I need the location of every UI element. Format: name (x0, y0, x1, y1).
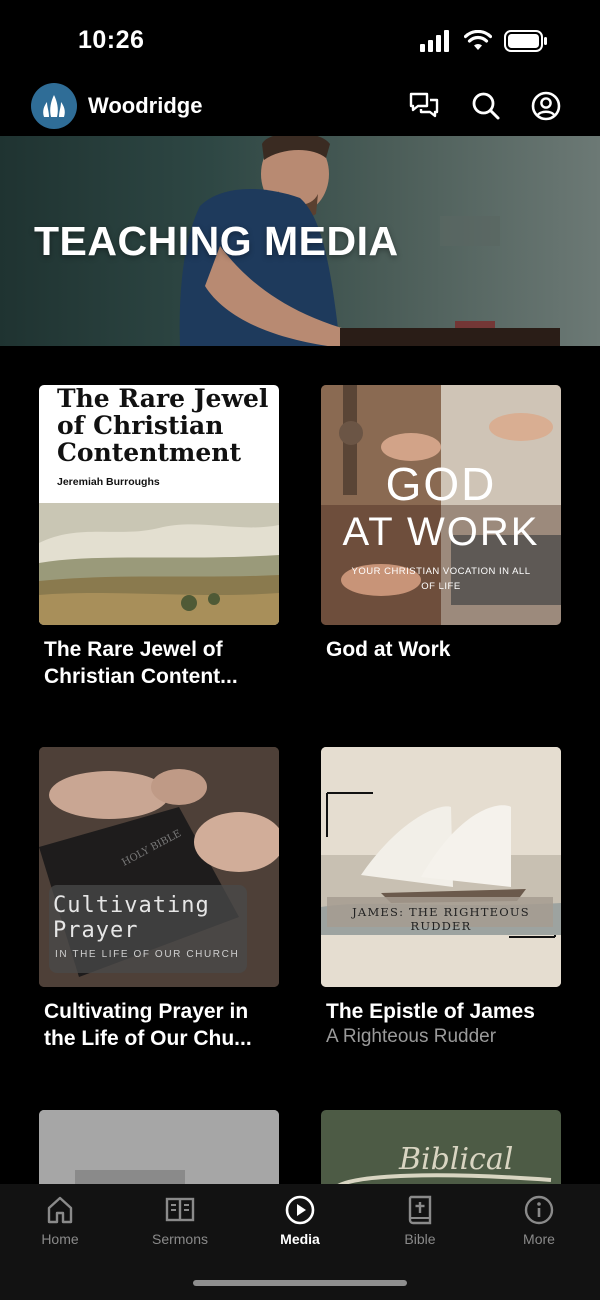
sailing-ship-image (321, 747, 561, 987)
media-artwork-detail (337, 1173, 552, 1184)
media-thumbnail[interactable]: JAMES: THE RIGHTEOUS RUDDER (321, 747, 561, 987)
media-artwork-image (39, 1110, 279, 1184)
media-grid: The Rare Jewel of Christian Contentment … (0, 346, 600, 1184)
landscape-painting-image (39, 503, 279, 625)
media-thumbnail[interactable] (39, 1110, 279, 1184)
profile-button[interactable] (531, 91, 561, 121)
home-icon (47, 1196, 73, 1224)
media-title[interactable]: The Epistle of James (326, 998, 558, 1025)
page-title: TEACHING MEDIA (34, 218, 399, 264)
app-header: Woodridge (0, 82, 600, 136)
hero-banner: TEACHING MEDIA (0, 136, 600, 346)
thumbnail-banner-text: JAMES: THE RIGHTEOUS RUDDER (352, 905, 530, 933)
chat-button[interactable] (409, 91, 439, 121)
tab-bible[interactable]: Bible (370, 1194, 470, 1254)
thumbnail-title: The Rare Jewel of Christian Contentment (57, 385, 269, 467)
user-profile-icon (531, 91, 561, 121)
thumbnail-tagline: YOUR CHRISTIAN VOCATION IN ALL OF LIFE (351, 566, 531, 592)
tab-label: Home (41, 1231, 79, 1247)
tab-home[interactable]: Home (10, 1194, 110, 1254)
status-bar: 10:26 (0, 0, 600, 82)
thumbnail-title: Cultivating Prayer (53, 893, 210, 943)
thumbnail-tagline: IN THE LIFE OF OUR CHURCH (55, 949, 240, 960)
church-logo[interactable] (31, 83, 77, 129)
play-circle-icon (285, 1195, 315, 1225)
tab-media[interactable]: Media (250, 1194, 350, 1254)
battery-icon (504, 30, 547, 52)
tab-sermons[interactable]: Sermons (130, 1194, 230, 1254)
status-icons (420, 30, 548, 52)
chat-icon (409, 92, 439, 118)
media-title[interactable]: God at Work (326, 636, 558, 663)
org-name[interactable]: Woodridge (88, 93, 202, 119)
media-thumbnail[interactable]: Biblical (321, 1110, 561, 1184)
media-thumbnail[interactable]: HOLY BIBLE Cultivating Prayer IN THE LIF… (39, 747, 279, 987)
wifi-icon (464, 30, 492, 50)
media-title[interactable]: Cultivating Prayer in the Life of Our Ch… (44, 998, 276, 1052)
search-button[interactable] (471, 91, 501, 121)
media-subtitle: A Righteous Rudder (326, 1026, 497, 1047)
tab-more[interactable]: More (489, 1194, 589, 1254)
media-thumbnail[interactable]: The Rare Jewel of Christian Contentment … (39, 385, 279, 625)
media-title[interactable]: The Rare Jewel of Christian Content... (44, 636, 276, 690)
home-indicator[interactable] (193, 1280, 407, 1286)
info-icon (524, 1195, 554, 1225)
media-thumbnail[interactable]: GOD AT WORK YOUR CHRISTIAN VOCATION IN A… (321, 385, 561, 625)
cellular-signal-icon (420, 30, 449, 52)
thumbnail-title: GOD AT WORK (342, 458, 540, 554)
tab-label: Sermons (151, 1231, 209, 1247)
tab-label: More (523, 1231, 555, 1247)
status-time: 10:26 (78, 26, 145, 54)
flame-logo-icon (43, 95, 65, 117)
search-icon (472, 92, 500, 120)
tab-label: Media (280, 1231, 320, 1247)
thumbnail-author: Jeremiah Burroughs (57, 476, 160, 488)
bible-icon (408, 1195, 432, 1225)
book-open-icon (165, 1197, 195, 1222)
tab-label: Bible (404, 1231, 436, 1247)
